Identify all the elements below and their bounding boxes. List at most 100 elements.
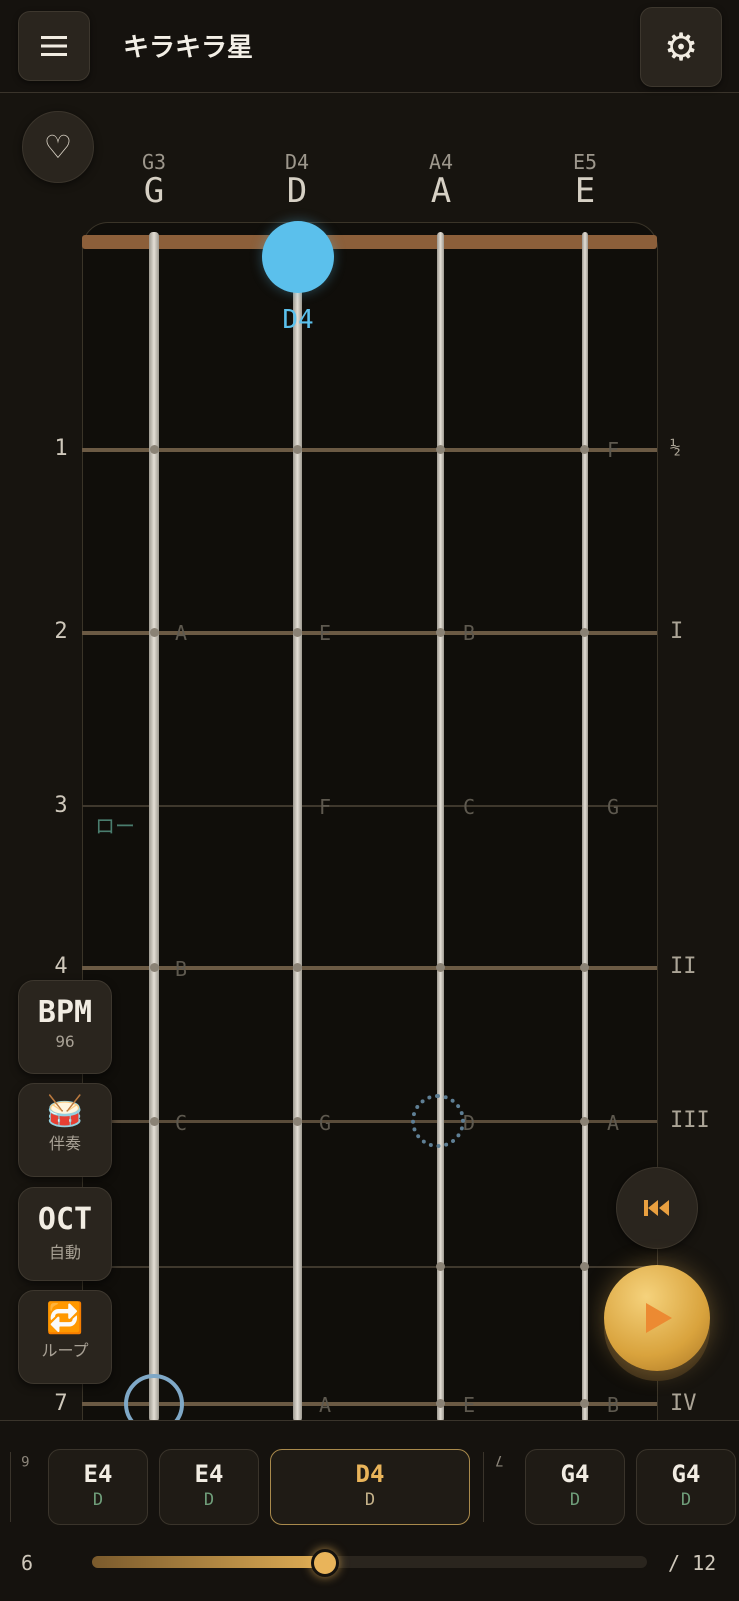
- sequence-note: D4: [355, 1460, 385, 1488]
- fret-dot: [436, 628, 445, 637]
- fret-dot: [580, 1117, 589, 1126]
- sequence-note-button[interactable]: G4 D: [525, 1449, 625, 1525]
- loop-icon: 🔁: [46, 1301, 84, 1336]
- fret-number: 3: [54, 793, 68, 818]
- fret-dot: [436, 445, 445, 454]
- fret-number: 7: [54, 1391, 68, 1416]
- string-name: D: [286, 171, 308, 211]
- measure-divider: [10, 1452, 11, 1522]
- fret-dot: [150, 628, 159, 637]
- active-note-marker: [262, 221, 334, 293]
- bpm-value: 96: [55, 1032, 75, 1051]
- fret-line-1: [82, 448, 657, 452]
- note-label: F: [607, 438, 620, 462]
- sequence-note: G4: [560, 1460, 590, 1488]
- fret-dot: [436, 963, 445, 972]
- nut: [82, 235, 657, 249]
- fingering-hint: ロー: [95, 814, 135, 838]
- accompaniment-label: 伴奏: [48, 1134, 81, 1153]
- fret-dot: [580, 1399, 589, 1408]
- fret-dot: [293, 445, 302, 454]
- fret-dot: [150, 1117, 159, 1126]
- position-mark: ½: [670, 437, 681, 458]
- sequence-note: E4: [194, 1460, 224, 1488]
- header-bar: キラキラ星 ⚙: [0, 0, 739, 93]
- sequence-note: G4: [671, 1460, 701, 1488]
- fret-dot: [293, 963, 302, 972]
- progress-track[interactable]: [92, 1549, 647, 1577]
- note-label: A: [319, 1393, 332, 1417]
- position-mark: II: [670, 954, 697, 979]
- menu-button[interactable]: [18, 11, 90, 81]
- position-mark: IV: [670, 1391, 697, 1416]
- note-label: E: [319, 621, 332, 645]
- sequence-string: D: [364, 1490, 376, 1510]
- fret-number: 4: [54, 954, 68, 979]
- fret-line-3: [82, 805, 657, 807]
- note-label: G: [319, 1111, 332, 1135]
- note-label: C: [175, 1111, 188, 1135]
- note-label: B: [175, 957, 188, 981]
- progress-total: / 12: [668, 1551, 717, 1575]
- note-label: B: [463, 621, 476, 645]
- string-name: A: [430, 171, 452, 211]
- bpm-button[interactable]: BPM 96: [18, 980, 112, 1074]
- play-button[interactable]: [604, 1265, 710, 1371]
- progress-thumb[interactable]: [311, 1549, 340, 1577]
- fret-dot: [436, 1399, 445, 1408]
- note-label: G: [607, 795, 620, 819]
- fret-line-4: [82, 966, 657, 970]
- sequence-string: D: [680, 1490, 692, 1510]
- note-label: E: [463, 1393, 476, 1417]
- fret-dot: [150, 445, 159, 454]
- sequence-note-button-active[interactable]: D4 D: [270, 1449, 470, 1525]
- fret-dot: [580, 963, 589, 972]
- progress-fill: [92, 1556, 326, 1568]
- fret-line-5: [82, 1120, 657, 1123]
- fret-dot: [293, 1117, 302, 1126]
- string-header-a: A4 A: [401, 150, 481, 208]
- measure-number: 6: [21, 1452, 30, 1468]
- string-header-g: G3 G: [114, 150, 194, 208]
- rewind-button[interactable]: [616, 1167, 698, 1249]
- note-label: A: [175, 621, 188, 645]
- sequence-note-button[interactable]: G4 D: [636, 1449, 736, 1525]
- fret-dot: [293, 628, 302, 637]
- loop-button[interactable]: 🔁 ループ: [18, 1290, 112, 1384]
- position-mark: III: [670, 1108, 710, 1133]
- hamburger-menu-icon: [41, 36, 67, 56]
- sequence-note-button[interactable]: E4 D: [48, 1449, 148, 1525]
- octave-label: OCT: [37, 1202, 93, 1237]
- string-g: [149, 232, 159, 1422]
- fret-line-6: [82, 1266, 657, 1268]
- fretboard[interactable]: [82, 222, 658, 1423]
- note-label: C: [463, 795, 476, 819]
- bpm-label: BPM: [37, 995, 93, 1030]
- loop-label: ループ: [41, 1341, 89, 1360]
- measure-divider: [483, 1452, 484, 1522]
- string-name: E: [574, 171, 596, 211]
- play-icon: [646, 1303, 672, 1333]
- target-position-ring: [411, 1094, 465, 1148]
- fret-dot: [580, 628, 589, 637]
- fret-dot: [436, 1262, 445, 1271]
- fret-number: 2: [54, 619, 68, 644]
- fret-number: 1: [54, 436, 68, 461]
- sequence-string: D: [203, 1490, 215, 1510]
- fret-dot: [150, 963, 159, 972]
- position-mark: I: [670, 619, 684, 644]
- accompaniment-button[interactable]: 🥁 伴奏: [18, 1083, 112, 1177]
- octave-button[interactable]: OCT 自動: [18, 1187, 112, 1281]
- progress-current: 6: [21, 1551, 34, 1575]
- string-d: [293, 232, 302, 1422]
- fret-line-2: [82, 631, 657, 635]
- string-header-e: E5 E: [545, 150, 625, 208]
- settings-button[interactable]: ⚙: [640, 7, 722, 87]
- favorite-button[interactable]: ♡: [22, 111, 94, 183]
- sequence-note-button[interactable]: E4 D: [159, 1449, 259, 1525]
- note-label: F: [319, 795, 332, 819]
- sequence-string: D: [92, 1490, 104, 1510]
- octave-value: 自動: [48, 1243, 81, 1262]
- note-label: B: [607, 1393, 620, 1417]
- string-e: [582, 232, 588, 1422]
